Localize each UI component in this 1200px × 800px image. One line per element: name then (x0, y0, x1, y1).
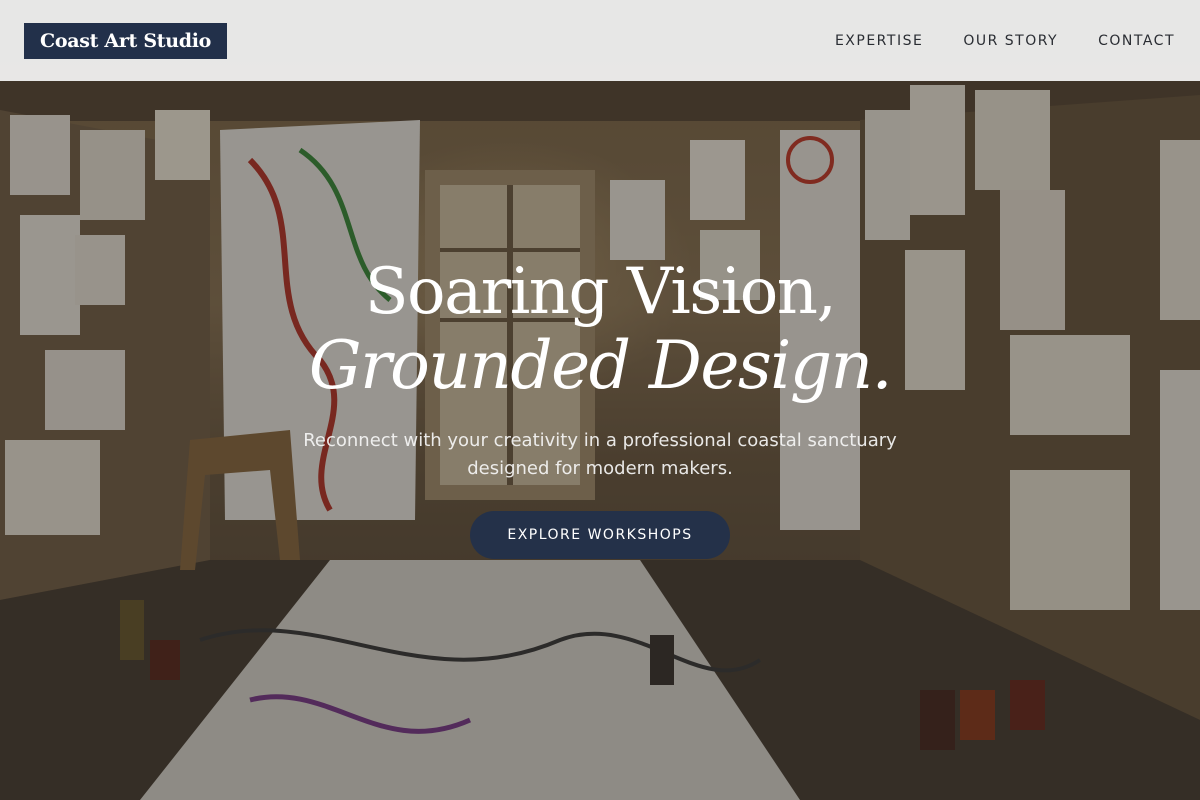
hero-subtitle: Reconnect with your creativity in a prof… (303, 430, 897, 479)
explore-workshops-button[interactable]: EXPLORE WORKSHOPS (470, 511, 730, 559)
logo[interactable]: Coast Art Studio (24, 22, 228, 59)
nav-link-contact[interactable]: CONTACT (1098, 33, 1175, 49)
main-nav: EXPERTISE OUR STORY CONTACT (835, 33, 1176, 49)
nav-link-our-story[interactable]: OUR STORY (963, 33, 1058, 49)
hero-section: Soaring Vision, Grounded Design. Reconne… (0, 255, 1200, 559)
hero-headline-line2: Grounded Design. (308, 327, 893, 404)
nav-link-expertise[interactable]: EXPERTISE (835, 33, 923, 49)
hero-headline: Soaring Vision, Grounded Design. (0, 255, 1200, 403)
site-header: Coast Art Studio EXPERTISE OUR STORY CON… (0, 0, 1200, 81)
hero-headline-line1: Soaring Vision, (364, 255, 837, 329)
